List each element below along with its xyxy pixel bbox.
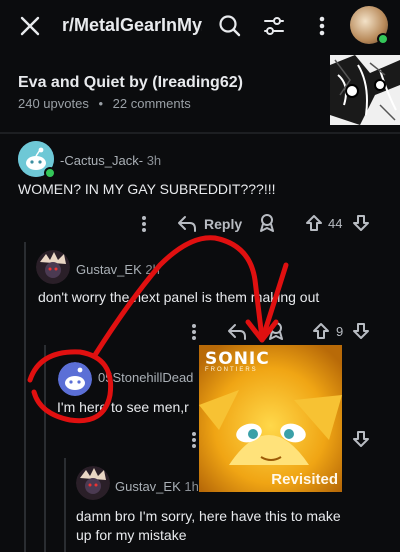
comment-text: don't worry the next panel is them makin… <box>38 289 320 305</box>
thread-line <box>64 458 66 552</box>
reply-icon[interactable] <box>226 321 248 343</box>
award-icon[interactable] <box>256 212 278 234</box>
meta-separator: • <box>98 96 104 111</box>
subreddit-title[interactable]: r/MetalGearInMy... <box>62 15 202 36</box>
thread-line <box>44 345 46 552</box>
commenter-avatar[interactable] <box>76 466 110 500</box>
post-title[interactable]: Eva and Quiet by (Ireading62) <box>18 74 243 92</box>
post-thumbnail[interactable] <box>330 55 400 125</box>
sonic-bottom-text: Revisited <box>271 471 338 488</box>
commenter-avatar[interactable] <box>58 362 92 396</box>
downvote-icon[interactable] <box>350 320 372 342</box>
more-options-icon[interactable] <box>187 322 201 342</box>
comment-text: I'm here to see men,r <box>57 399 189 415</box>
more-options-icon[interactable] <box>137 214 151 234</box>
comment-text: WOMEN? IN MY GAY SUBREDDIT???!!! <box>18 181 276 197</box>
post-divider <box>0 132 400 134</box>
vote-count: 44 <box>328 216 343 231</box>
upvote-icon[interactable] <box>310 320 332 342</box>
post-meta: 240 upvotes • 22 comments <box>18 96 191 111</box>
search-icon[interactable] <box>212 8 248 44</box>
more-options-icon[interactable] <box>304 8 340 44</box>
comment-username[interactable]: Gustav_EK 2h <box>76 262 160 277</box>
comment-username[interactable]: Gustav_EK 1h <box>115 479 199 494</box>
sonic-image: SONIC FRONTIERS Revisited <box>199 345 342 492</box>
upvote-count: 240 upvotes <box>18 96 89 111</box>
award-icon[interactable] <box>265 320 287 342</box>
comment-count: 22 comments <box>112 96 191 111</box>
comment-text-line: up for my mistake <box>76 527 187 543</box>
upvote-icon[interactable] <box>303 212 325 234</box>
downvote-icon[interactable] <box>350 428 372 450</box>
close-icon[interactable] <box>12 8 48 44</box>
top-bar: r/MetalGearInMy... <box>0 0 400 52</box>
vote-count: 9 <box>336 324 344 339</box>
reply-button[interactable]: Reply <box>204 216 242 232</box>
filter-icon[interactable] <box>256 8 292 44</box>
downvote-icon[interactable] <box>350 212 372 234</box>
sonic-logo-subtitle: FRONTIERS <box>205 367 258 373</box>
comment-text-line: damn bro I'm sorry, here have this to ma… <box>76 508 341 524</box>
sonic-logo-text: SONIC <box>205 349 270 369</box>
online-indicator <box>44 167 56 179</box>
thread-line <box>24 242 26 552</box>
comment-username[interactable]: -Cactus_Jack- 3h <box>60 153 161 168</box>
reply-icon[interactable] <box>176 213 198 235</box>
online-indicator <box>377 33 389 45</box>
comment-username[interactable]: 05StonehillDead <box>98 370 198 385</box>
commenter-avatar[interactable] <box>36 250 70 284</box>
